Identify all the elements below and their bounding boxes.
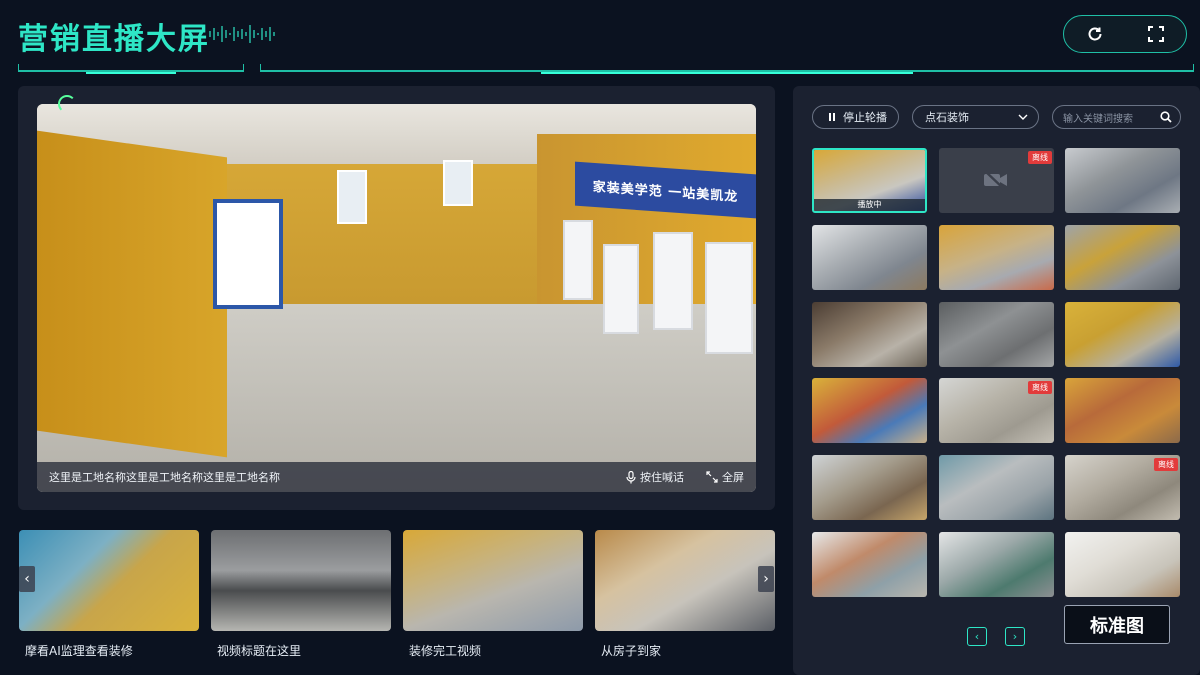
recommendation-title[interactable]: 从房子到家 <box>601 642 661 659</box>
company-select[interactable]: 点石装饰 <box>912 105 1039 129</box>
video-fullscreen-button[interactable]: 全屏 <box>706 469 744 485</box>
recommendation-card[interactable]: 视频标题在这里 <box>211 530 391 658</box>
chevron-left-icon: ‹ <box>24 571 30 587</box>
recommendation-prev-button[interactable]: ‹ <box>19 566 35 592</box>
stop-rotation-button[interactable]: 停止轮播 <box>812 105 899 129</box>
recommendation-thumbnail[interactable] <box>595 530 775 631</box>
pause-icon <box>829 113 835 121</box>
scene-display-board <box>603 244 639 334</box>
hold-to-talk-label: 按住喊话 <box>640 471 684 484</box>
refresh-icon <box>1088 27 1101 41</box>
camera-thumbnail <box>939 455 1054 520</box>
scene-window <box>443 160 473 206</box>
camera-list-panel: 停止轮播 点石装饰 输入关键词搜索 播放中 离线 离线 离线 <box>793 86 1200 675</box>
camera-tile[interactable] <box>812 302 927 367</box>
recommendation-card[interactable]: 从房子到家 <box>595 530 775 658</box>
camera-thumbnail <box>812 225 927 290</box>
stop-rotation-label: 停止轮播 <box>843 111 887 124</box>
recommendation-thumbnail[interactable] <box>211 530 391 631</box>
camera-tile[interactable] <box>939 302 1054 367</box>
recommendation-card[interactable]: 摩看AI监理查看装修 <box>19 530 199 658</box>
recommendation-thumbnail[interactable] <box>403 530 583 631</box>
camera-tile[interactable] <box>812 378 927 443</box>
next-page-button[interactable]: › <box>1005 627 1025 646</box>
camera-thumbnail <box>1065 378 1180 443</box>
video-caption-bar: 这里是工地名称这里是工地名称这里是工地名称 按住喊话 全屏 <box>37 462 756 492</box>
camera-tile[interactable] <box>1065 378 1180 443</box>
offline-badge: 离线 <box>1028 381 1052 394</box>
fullscreen-label: 全屏 <box>722 471 744 484</box>
camera-thumbnail <box>1065 532 1180 597</box>
chevron-left-icon: ‹ <box>974 630 980 643</box>
camera-tile[interactable]: 离线 <box>1065 455 1180 520</box>
camera-thumbnail <box>1065 148 1180 213</box>
fullscreen-button[interactable] <box>1138 19 1174 49</box>
scene-display-board <box>705 242 753 354</box>
site-name: 这里是工地名称这里是工地名称这里是工地名称 <box>49 471 280 484</box>
search-input[interactable]: 输入关键词搜索 <box>1063 110 1133 125</box>
scene-display-board <box>563 220 593 300</box>
camera-tile[interactable]: 离线 <box>939 378 1054 443</box>
camera-thumbnail <box>1065 302 1180 367</box>
camera-tile[interactable] <box>812 455 927 520</box>
camera-tile[interactable] <box>939 455 1054 520</box>
camera-tile[interactable] <box>1065 225 1180 290</box>
camera-tile[interactable] <box>1065 532 1180 597</box>
camera-tile[interactable] <box>1065 302 1180 367</box>
camera-thumbnail <box>812 532 927 597</box>
camera-thumbnail <box>939 225 1054 290</box>
recommendation-next-button[interactable]: › <box>758 566 774 592</box>
search-icon[interactable] <box>1160 111 1172 123</box>
camera-thumbnail <box>812 302 927 367</box>
recommendation-card[interactable]: 装修完工视频 <box>403 530 583 658</box>
header-controls <box>1063 15 1187 53</box>
camera-tile[interactable]: 离线 <box>939 148 1054 213</box>
fullscreen-icon <box>1147 26 1164 42</box>
audio-wave-icon <box>209 25 275 43</box>
camera-tile[interactable]: 播放中 <box>812 148 927 213</box>
main-video-panel: 家装美学范 一站美凯龙 这里是工地名称这里是工地名称这里是工地名称 按住喊话 全… <box>18 86 775 510</box>
scene-left-wall <box>37 130 227 458</box>
recommendation-title[interactable]: 摩看AI监理查看装修 <box>25 642 133 659</box>
header-divider-left <box>18 64 244 74</box>
main-video-player[interactable]: 家装美学范 一站美凯龙 这里是工地名称这里是工地名称这里是工地名称 按住喊话 全… <box>37 104 756 492</box>
chevron-down-icon <box>1018 114 1028 120</box>
hold-to-talk-button[interactable]: 按住喊话 <box>626 469 684 485</box>
page-title: 营销直播大屏 <box>18 22 210 57</box>
expand-icon <box>706 471 718 483</box>
playing-label: 播放中 <box>814 199 925 211</box>
scene-display-board <box>653 232 693 330</box>
search-box[interactable]: 输入关键词搜索 <box>1052 105 1181 129</box>
camera-off-icon <box>984 170 1007 190</box>
camera-tile[interactable] <box>939 532 1054 597</box>
refresh-button[interactable] <box>1077 19 1113 49</box>
recommendation-thumbnail[interactable] <box>19 530 199 631</box>
camera-thumbnail <box>939 532 1054 597</box>
offline-badge: 离线 <box>1028 151 1052 164</box>
camera-tile[interactable] <box>939 225 1054 290</box>
camera-tile[interactable] <box>812 225 927 290</box>
microphone-icon <box>626 470 636 483</box>
recommendation-title[interactable]: 视频标题在这里 <box>217 642 301 659</box>
scene-window <box>337 170 367 224</box>
recommendation-title[interactable]: 装修完工视频 <box>409 642 481 659</box>
camera-thumbnail <box>812 378 927 443</box>
chevron-right-icon: › <box>1012 630 1018 643</box>
company-select-value: 点石装饰 <box>925 111 969 124</box>
camera-tile[interactable] <box>812 532 927 597</box>
header-divider-right <box>260 64 1194 74</box>
offline-badge: 离线 <box>1154 458 1178 471</box>
camera-thumbnail <box>1065 225 1180 290</box>
camera-tile[interactable] <box>1065 148 1180 213</box>
standard-view-button[interactable]: 标准图 <box>1064 605 1170 644</box>
camera-thumbnail <box>812 455 927 520</box>
prev-page-button[interactable]: ‹ <box>967 627 987 646</box>
camera-thumbnail <box>939 302 1054 367</box>
live-indicator-icon <box>58 95 76 113</box>
chevron-right-icon: › <box>763 571 769 587</box>
scene-door-poster <box>213 199 283 309</box>
